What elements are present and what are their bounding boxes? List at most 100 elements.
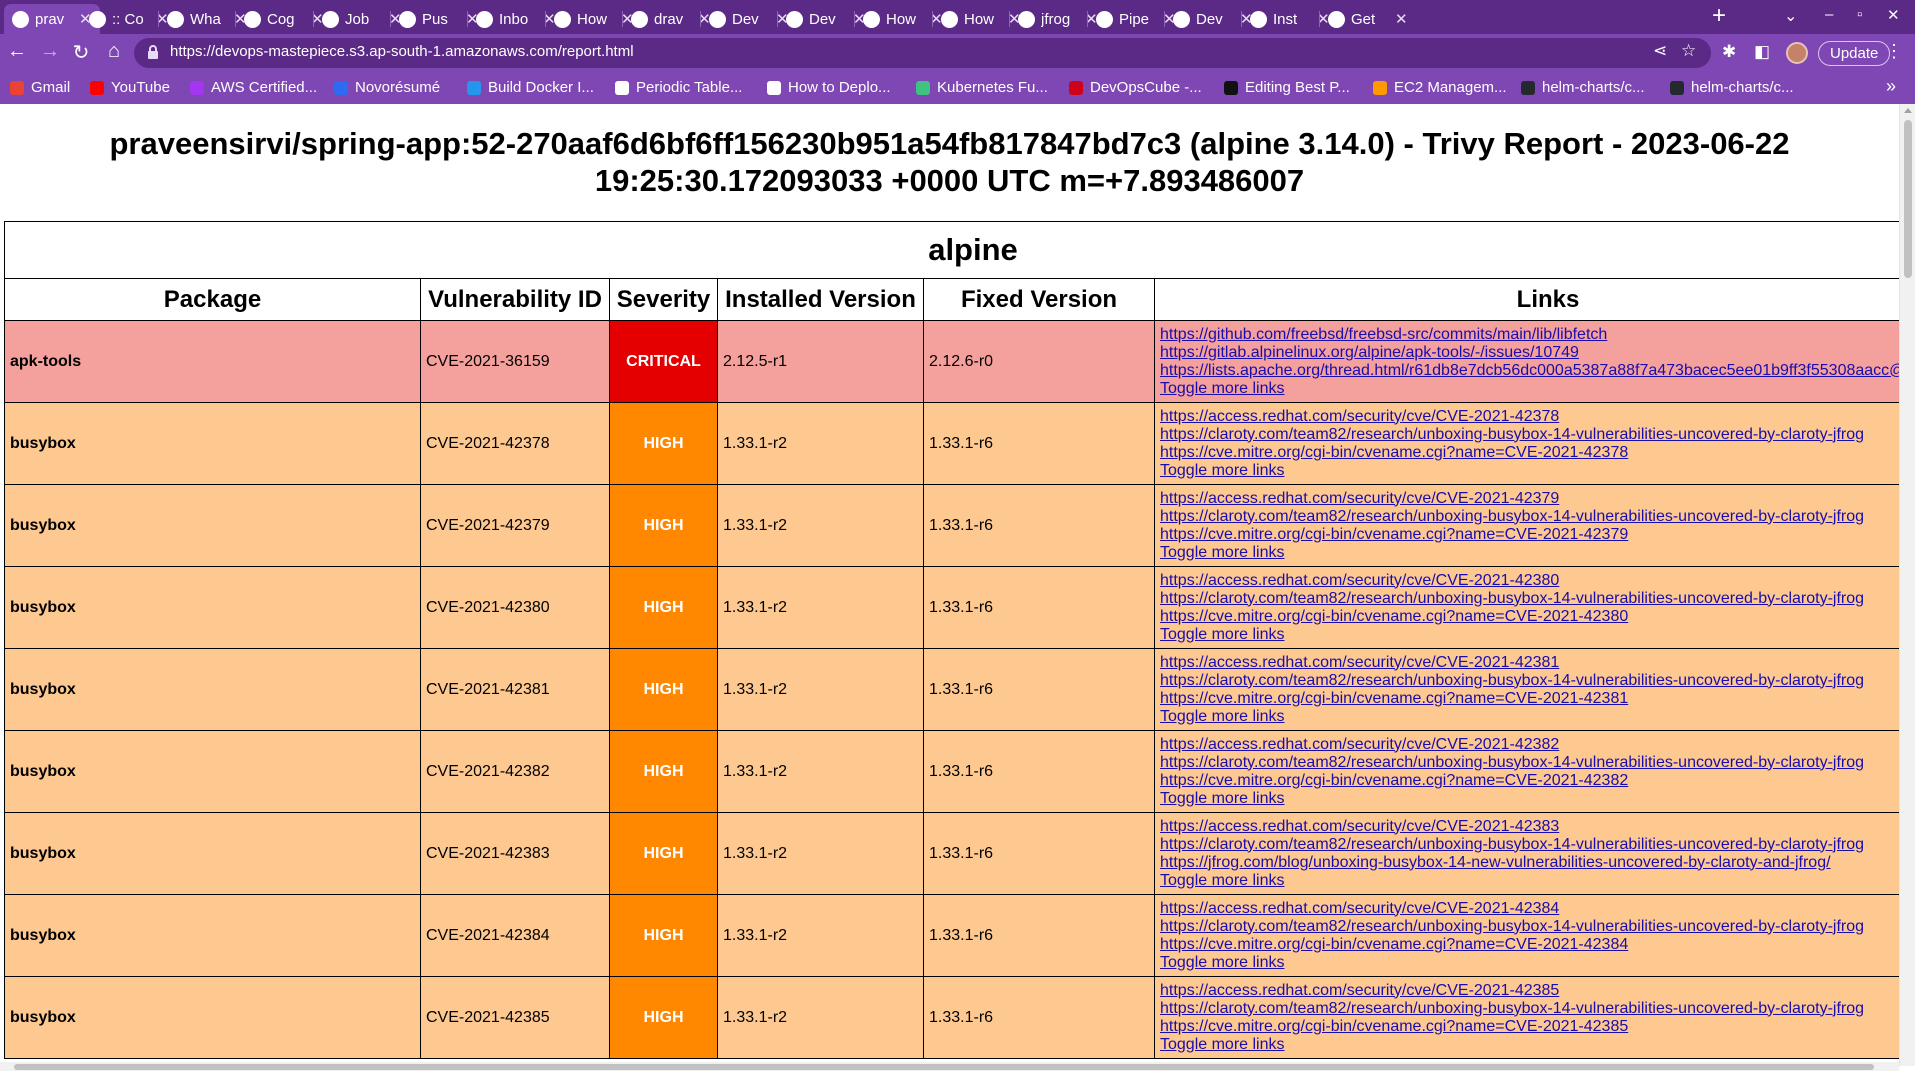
- toggle-more-links[interactable]: Toggle more links: [1160, 1036, 1899, 1054]
- reference-link[interactable]: https://cve.mitre.org/cgi-bin/cvename.cg…: [1160, 690, 1899, 708]
- toggle-more-links[interactable]: Toggle more links: [1160, 626, 1899, 644]
- tab-separator: [1164, 11, 1165, 27]
- close-tab-icon[interactable]: ✕: [1395, 10, 1408, 28]
- links-cell: https://access.redhat.com/security/cve/C…: [1154, 402, 1899, 485]
- maximize-icon[interactable]: ▫: [1857, 6, 1862, 23]
- bookmark-item[interactable]: Novorésumé: [334, 79, 440, 96]
- update-button[interactable]: Update: [1818, 41, 1891, 66]
- reference-link[interactable]: https://access.redhat.com/security/cve/C…: [1160, 818, 1899, 836]
- bookmark-star-icon[interactable]: ☆: [1681, 41, 1696, 61]
- udemy-icon: [190, 80, 204, 95]
- bookmark-item[interactable]: Gmail: [10, 79, 70, 96]
- bookmark-label: Novorésumé: [355, 79, 441, 96]
- toggle-more-links[interactable]: Toggle more links: [1160, 462, 1899, 480]
- home-icon[interactable]: ⌂: [101, 40, 127, 63]
- more-bookmarks-icon[interactable]: »: [1886, 76, 1896, 97]
- tab-title: Pus: [422, 10, 448, 28]
- browser-tab[interactable]: Get ✕: [1320, 4, 1416, 34]
- installed-version-cell: 1.33.1-r2: [717, 484, 924, 567]
- reference-link[interactable]: https://cve.mitre.org/cgi-bin/cvename.cg…: [1160, 936, 1899, 954]
- reference-link[interactable]: https://access.redhat.com/security/cve/C…: [1160, 982, 1899, 1000]
- reference-link[interactable]: https://access.redhat.com/security/cve/C…: [1160, 654, 1899, 672]
- reference-link[interactable]: https://access.redhat.com/security/cve/C…: [1160, 900, 1899, 918]
- column-header-vulnerability-id: Vulnerability ID: [420, 278, 610, 321]
- jfrog-icon: [1018, 10, 1035, 28]
- reference-link[interactable]: https://gitlab.alpinelinux.org/alpine/ap…: [1160, 344, 1899, 362]
- reference-link[interactable]: https://claroty.com/team82/research/unbo…: [1160, 918, 1899, 936]
- reference-link[interactable]: https://github.com/freebsd/freebsd-src/c…: [1160, 326, 1899, 344]
- reference-link[interactable]: https://claroty.com/team82/research/unbo…: [1160, 508, 1899, 526]
- gmail-icon: [10, 80, 24, 95]
- reference-link[interactable]: https://access.redhat.com/security/cve/C…: [1160, 408, 1899, 426]
- tab-title: Inst: [1273, 10, 1298, 28]
- forward-icon[interactable]: →: [37, 40, 63, 63]
- scroll-up-icon[interactable]: [1904, 108, 1912, 113]
- bookmark-item[interactable]: AWS Certified...: [190, 79, 317, 96]
- lock-icon[interactable]: [148, 45, 158, 59]
- tab-separator: [777, 11, 778, 27]
- reference-link[interactable]: https://cve.mitre.org/cgi-bin/cvename.cg…: [1160, 1018, 1899, 1036]
- kubernetes-icon: [916, 80, 930, 95]
- close-window-icon[interactable]: ✕: [1887, 6, 1900, 24]
- toggle-more-links[interactable]: Toggle more links: [1160, 790, 1899, 808]
- reference-link[interactable]: https://cve.mitre.org/cgi-bin/cvename.cg…: [1160, 444, 1899, 462]
- bookmark-item[interactable]: Build Docker I...: [467, 79, 594, 96]
- reference-link[interactable]: https://cve.mitre.org/cgi-bin/cvename.cg…: [1160, 772, 1899, 790]
- extensions-icon[interactable]: ✱: [1722, 42, 1736, 62]
- reference-link[interactable]: https://claroty.com/team82/research/unbo…: [1160, 590, 1899, 608]
- bookmark-item[interactable]: Kubernetes Fu...: [916, 79, 1048, 96]
- horizontal-scrollbar-thumb[interactable]: [14, 1064, 1874, 1070]
- reference-link[interactable]: https://claroty.com/team82/research/unbo…: [1160, 1000, 1899, 1018]
- bookmark-item[interactable]: YouTube: [90, 79, 170, 96]
- reference-link[interactable]: https://claroty.com/team82/research/unbo…: [1160, 426, 1899, 444]
- bookmark-item[interactable]: Periodic Table...: [615, 79, 742, 96]
- horizontal-scrollbar[interactable]: [0, 1062, 1899, 1071]
- toggle-more-links[interactable]: Toggle more links: [1160, 708, 1899, 726]
- reference-link[interactable]: https://jfrog.com/blog/unboxing-busybox-…: [1160, 854, 1899, 872]
- profile-avatar[interactable]: [1786, 42, 1808, 64]
- reload-icon[interactable]: ↻: [68, 40, 94, 65]
- column-header-installed-version: Installed Version: [717, 278, 924, 321]
- bookmark-item[interactable]: DevOpsCube -...: [1069, 79, 1202, 96]
- reference-link[interactable]: https://claroty.com/team82/research/unbo…: [1160, 836, 1899, 854]
- new-tab-button[interactable]: +: [1705, 2, 1733, 30]
- reference-link[interactable]: https://claroty.com/team82/research/unbo…: [1160, 754, 1899, 772]
- tab-title: Dev: [732, 10, 759, 28]
- medium-icon: [1224, 80, 1238, 95]
- installed-version-cell: 1.33.1-r2: [717, 730, 924, 813]
- reference-link[interactable]: https://access.redhat.com/security/cve/C…: [1160, 736, 1899, 754]
- reference-link[interactable]: https://lists.apache.org/thread.html/r61…: [1160, 362, 1899, 380]
- reference-link[interactable]: https://access.redhat.com/security/cve/C…: [1160, 490, 1899, 508]
- reference-link[interactable]: https://cve.mitre.org/cgi-bin/cvename.cg…: [1160, 608, 1899, 626]
- bookmark-item[interactable]: EC2 Managem...: [1373, 79, 1507, 96]
- reference-link[interactable]: https://cve.mitre.org/cgi-bin/cvename.cg…: [1160, 526, 1899, 544]
- bookmark-item[interactable]: How to Deplo...: [767, 79, 891, 96]
- page-icon: [767, 80, 781, 95]
- minimize-icon[interactable]: –: [1825, 6, 1833, 23]
- toggle-more-links[interactable]: Toggle more links: [1160, 544, 1899, 562]
- tab-title: prav: [35, 10, 65, 28]
- reference-link[interactable]: https://claroty.com/team82/research/unbo…: [1160, 672, 1899, 690]
- toggle-more-links[interactable]: Toggle more links: [1160, 954, 1899, 972]
- bookmark-item[interactable]: helm-charts/c...: [1521, 79, 1645, 96]
- github-icon: [1670, 80, 1684, 95]
- toggle-more-links[interactable]: Toggle more links: [1160, 380, 1899, 398]
- tab-search-icon[interactable]: ⌄: [1784, 6, 1797, 26]
- reference-link[interactable]: https://access.redhat.com/security/cve/C…: [1160, 572, 1899, 590]
- fixed-version-cell: 1.33.1-r6: [923, 812, 1155, 895]
- vertical-scrollbar[interactable]: [1899, 104, 1915, 1066]
- share-icon[interactable]: ⋖: [1653, 41, 1667, 61]
- toggle-more-links[interactable]: Toggle more links: [1160, 872, 1899, 890]
- menu-icon[interactable]: ⋮: [1885, 41, 1903, 62]
- github-icon: [1521, 80, 1535, 95]
- vertical-scrollbar-thumb[interactable]: [1904, 120, 1912, 278]
- bookmark-item[interactable]: Editing Best P...: [1224, 79, 1350, 96]
- back-icon[interactable]: ←: [4, 40, 30, 63]
- links-cell: https://access.redhat.com/security/cve/C…: [1154, 894, 1899, 977]
- side-panel-icon[interactable]: ◧: [1754, 42, 1770, 62]
- url-text[interactable]: https://devops-mastepiece.s3.ap-south-1.…: [170, 43, 634, 60]
- package-cell: busybox: [4, 812, 421, 895]
- bookmark-item[interactable]: helm-charts/c...: [1670, 79, 1794, 96]
- address-bar[interactable]: https://devops-mastepiece.s3.ap-south-1.…: [134, 38, 1711, 68]
- table-row: busybox CVE-2021-42384 HIGH 1.33.1-r2 1.33.1…: [4, 894, 1899, 977]
